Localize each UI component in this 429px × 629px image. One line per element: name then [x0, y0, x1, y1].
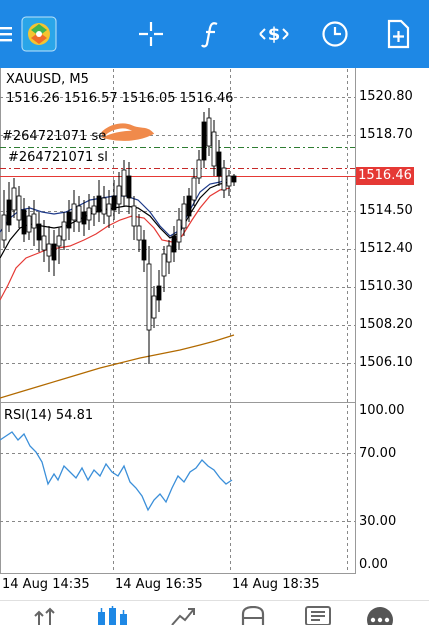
candle-body	[131, 205, 137, 227]
clock-icon[interactable]	[318, 0, 352, 68]
price-axis-label: 1508.20	[359, 317, 413, 332]
candle-body	[26, 215, 32, 233]
candle-body	[176, 219, 182, 243]
order-label-sl[interactable]: #264721071 sl	[8, 150, 108, 165]
trend-line-icon[interactable]	[170, 606, 196, 629]
candle-body	[91, 205, 97, 215]
candle-body	[211, 131, 217, 167]
candle-body	[51, 243, 57, 261]
crosshair-icon[interactable]	[134, 0, 168, 68]
price-axis-label: 1518.70	[359, 127, 413, 142]
price-axis-label: 1514.50	[359, 203, 413, 218]
candle-body	[106, 203, 112, 217]
candle-body	[181, 203, 187, 229]
candle-body	[136, 225, 142, 241]
candle-body	[216, 151, 222, 177]
candle-body	[6, 199, 12, 226]
document-plus-icon[interactable]	[382, 0, 414, 68]
top-toolbar: $	[0, 0, 429, 68]
candle-body	[141, 239, 147, 261]
candle-body	[76, 205, 82, 223]
price-axis-label: 1510.30	[359, 279, 413, 294]
candle-body	[206, 117, 212, 147]
candle-body	[221, 167, 227, 191]
hamburger-menu-icon[interactable]	[0, 0, 14, 68]
candle-body	[196, 159, 202, 179]
candle-body	[171, 235, 177, 253]
candle-body	[66, 211, 72, 229]
arrows-up-down-icon[interactable]	[32, 606, 58, 629]
candle-body	[46, 243, 52, 257]
candle-body	[16, 195, 22, 221]
candle-body	[101, 197, 107, 215]
candle-body	[61, 221, 67, 241]
candle-body	[226, 175, 232, 187]
rsi-axis-label: 100.00	[359, 403, 405, 418]
rsi-indicator-label: RSI(14) 54.81	[4, 408, 94, 423]
order-label-entry[interactable]: #264721071 se	[2, 129, 106, 144]
candle-body	[41, 235, 47, 251]
symbol-timeframe-label: XAUUSD, M5	[6, 72, 89, 87]
candle-body	[111, 195, 117, 211]
candle-body	[11, 187, 17, 211]
candle-body	[166, 245, 172, 263]
rsi-axis-label: 70.00	[359, 446, 397, 461]
candle-body	[231, 175, 237, 183]
svg-text:$: $	[268, 24, 281, 45]
candle-body	[151, 295, 157, 319]
bottom-navigation	[0, 600, 429, 626]
time-axis-label: 14 Aug 14:35	[2, 577, 90, 592]
candle-body	[126, 175, 132, 199]
price-axis-label: 1512.40	[359, 241, 413, 256]
price-axis-label: 1506.10	[359, 355, 413, 370]
candle-body	[71, 203, 77, 221]
candle-body	[146, 263, 152, 331]
history-icon[interactable]	[240, 605, 266, 629]
ma-orange-line	[0, 334, 235, 399]
current-price-badge: 1516.46	[356, 167, 414, 185]
candle-body	[116, 185, 122, 205]
candle-body	[56, 235, 62, 247]
metatrader-logo-icon[interactable]	[19, 0, 59, 68]
candle-body	[191, 177, 197, 201]
candle-body	[31, 213, 37, 229]
time-axis-label: 14 Aug 16:35	[115, 577, 203, 592]
candle-body	[86, 207, 92, 221]
more-dots-icon[interactable]	[366, 606, 394, 629]
candle-body	[1, 214, 7, 241]
news-icon[interactable]	[304, 606, 332, 629]
candle-body	[36, 223, 42, 241]
candle-body	[96, 195, 102, 213]
rsi-axis-label: 30.00	[359, 514, 397, 529]
function-f-icon[interactable]	[196, 0, 226, 68]
rsi-line	[0, 431, 233, 512]
candlestick-icon[interactable]	[96, 606, 130, 629]
candle-body	[121, 169, 127, 197]
candle-body	[161, 253, 167, 277]
time-axis-label: 14 Aug 18:35	[232, 577, 320, 592]
price-axis-label: 1520.80	[359, 89, 413, 104]
candle-body	[201, 121, 207, 161]
candle-body	[81, 211, 87, 225]
dollar-arrows-icon[interactable]: $	[254, 0, 294, 68]
candle-body	[156, 285, 162, 301]
rsi-axis-label: 0.00	[359, 557, 388, 572]
candle-body	[21, 209, 27, 235]
ohlc-values: 1516.26 1516.57 1516.05 1516.46	[6, 91, 234, 106]
annotation-scribble	[101, 123, 155, 141]
candle-body	[186, 195, 192, 217]
